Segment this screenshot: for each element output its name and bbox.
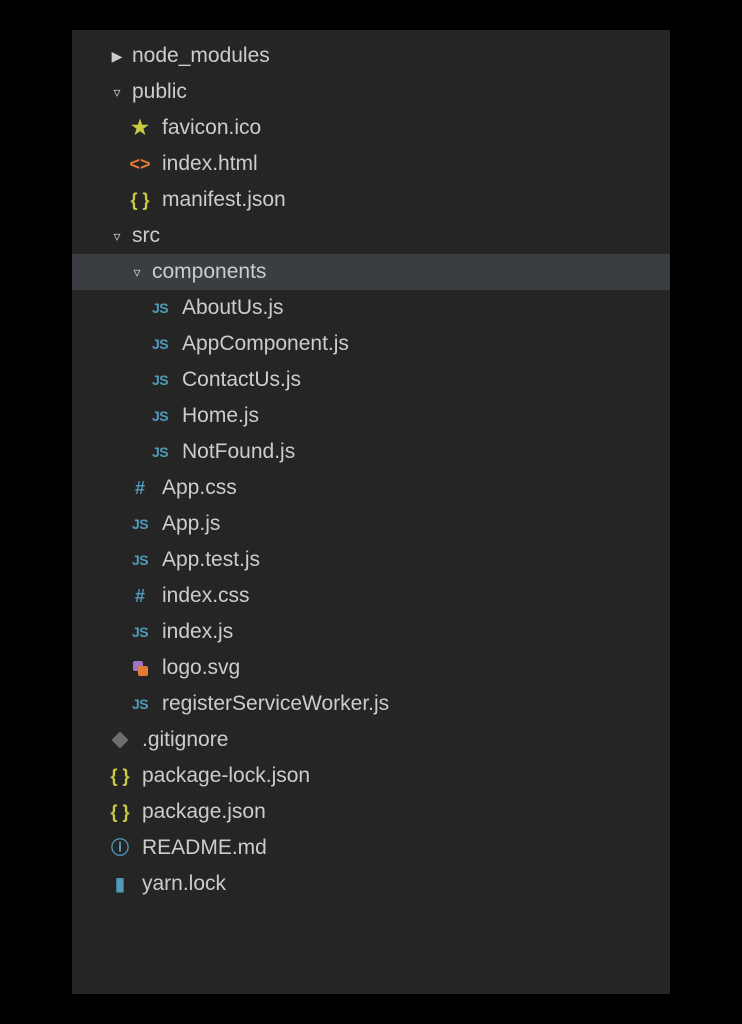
file-label: index.js xyxy=(162,614,233,650)
yarn-icon: ▮ xyxy=(108,866,132,902)
file-app-test[interactable]: JS App.test.js xyxy=(72,542,670,578)
file-label: AppComponent.js xyxy=(182,326,349,362)
folder-label: src xyxy=(132,218,160,254)
folder-label: components xyxy=(152,254,266,290)
file-not-found[interactable]: JS NotFound.js xyxy=(72,434,670,470)
file-index-js[interactable]: JS index.js xyxy=(72,614,670,650)
json-icon: { } xyxy=(128,182,152,218)
css-icon: # xyxy=(128,578,152,614)
file-logo-svg[interactable]: logo.svg xyxy=(72,650,670,686)
file-label: App.css xyxy=(162,470,237,506)
json-icon: { } xyxy=(108,758,132,794)
js-icon: JS xyxy=(128,506,152,542)
info-icon: ⓘ xyxy=(108,830,132,866)
file-label: package.json xyxy=(142,794,266,830)
folder-label: node_modules xyxy=(132,38,270,74)
file-label: yarn.lock xyxy=(142,866,226,902)
file-label: favicon.ico xyxy=(162,110,261,146)
file-label: index.html xyxy=(162,146,258,182)
folder-node-modules[interactable]: ▶ node_modules xyxy=(72,38,670,74)
html-icon: <> xyxy=(128,146,152,182)
chevron-expanded-icon: ▿ xyxy=(108,74,126,110)
file-package-lock[interactable]: { } package-lock.json xyxy=(72,758,670,794)
file-index-css[interactable]: # index.css xyxy=(72,578,670,614)
js-icon: JS xyxy=(148,290,172,326)
file-label: App.test.js xyxy=(162,542,260,578)
file-register-service-worker[interactable]: JS registerServiceWorker.js xyxy=(72,686,670,722)
chevron-expanded-icon: ▿ xyxy=(108,218,126,254)
file-home[interactable]: JS Home.js xyxy=(72,398,670,434)
folder-label: public xyxy=(132,74,187,110)
json-icon: { } xyxy=(108,794,132,830)
file-explorer: ▶ node_modules ▿ public ★ favicon.ico <>… xyxy=(72,30,670,994)
file-app-css[interactable]: # App.css xyxy=(72,470,670,506)
file-readme[interactable]: ⓘ README.md xyxy=(72,830,670,866)
svg-icon xyxy=(128,661,152,675)
chevron-collapsed-icon: ▶ xyxy=(108,38,126,74)
js-icon: JS xyxy=(128,686,152,722)
file-gitignore[interactable]: .gitignore xyxy=(72,722,670,758)
file-label: Home.js xyxy=(182,398,259,434)
file-label: manifest.json xyxy=(162,182,286,218)
chevron-expanded-icon: ▿ xyxy=(128,254,146,290)
file-yarn-lock[interactable]: ▮ yarn.lock xyxy=(72,866,670,902)
js-icon: JS xyxy=(148,326,172,362)
js-icon: JS xyxy=(128,614,152,650)
file-manifest-json[interactable]: { } manifest.json xyxy=(72,182,670,218)
file-package-json[interactable]: { } package.json xyxy=(72,794,670,830)
file-favicon[interactable]: ★ favicon.ico xyxy=(72,110,670,146)
js-icon: JS xyxy=(148,362,172,398)
js-icon: JS xyxy=(148,434,172,470)
file-label: registerServiceWorker.js xyxy=(162,686,389,722)
folder-src[interactable]: ▿ src xyxy=(72,218,670,254)
file-label: index.css xyxy=(162,578,250,614)
file-label: .gitignore xyxy=(142,722,228,758)
folder-public[interactable]: ▿ public xyxy=(72,74,670,110)
file-about-us[interactable]: JS AboutUs.js xyxy=(72,290,670,326)
js-icon: JS xyxy=(128,542,152,578)
js-icon: JS xyxy=(148,398,172,434)
folder-components[interactable]: ▿ components xyxy=(72,254,670,290)
file-app-js[interactable]: JS App.js xyxy=(72,506,670,542)
file-label: NotFound.js xyxy=(182,434,295,470)
file-label: package-lock.json xyxy=(142,758,310,794)
file-index-html[interactable]: <> index.html xyxy=(72,146,670,182)
file-app-component[interactable]: JS AppComponent.js xyxy=(72,326,670,362)
file-label: AboutUs.js xyxy=(182,290,284,326)
favicon-icon: ★ xyxy=(128,110,152,146)
file-label: logo.svg xyxy=(162,650,240,686)
git-icon xyxy=(108,734,132,746)
file-label: App.js xyxy=(162,506,220,542)
file-label: ContactUs.js xyxy=(182,362,301,398)
css-icon: # xyxy=(128,470,152,506)
file-contact-us[interactable]: JS ContactUs.js xyxy=(72,362,670,398)
file-label: README.md xyxy=(142,830,267,866)
